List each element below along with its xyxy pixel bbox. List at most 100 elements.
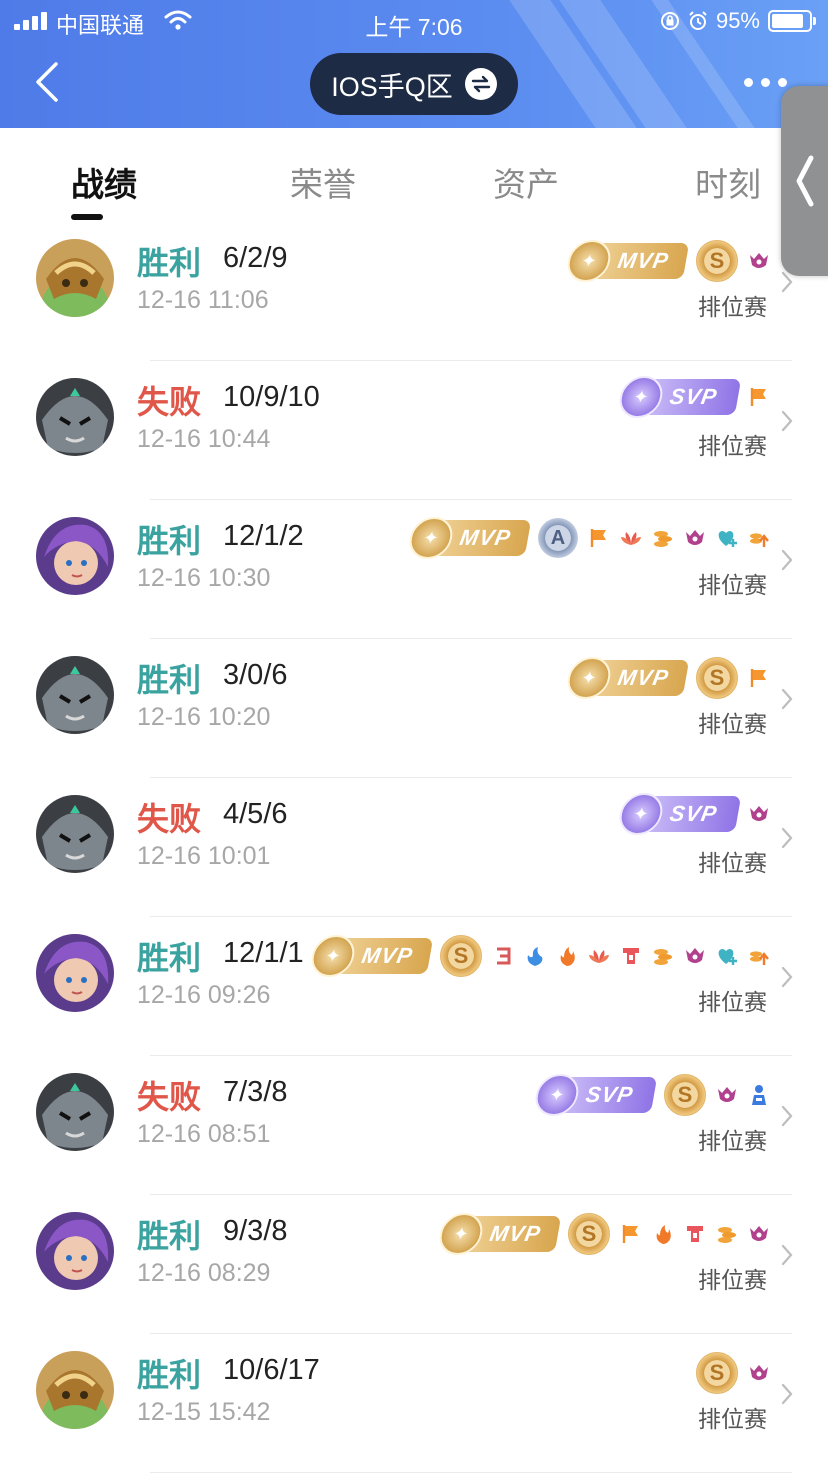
side-drawer-handle[interactable] [781, 86, 828, 276]
match-kda: 12/1/1 [223, 937, 304, 969]
coins-icon [716, 1223, 738, 1245]
hero-avatar [36, 795, 114, 873]
flag-icon [588, 527, 610, 549]
heart-plus-icon [716, 945, 738, 967]
match-mode: 排位赛 [698, 989, 767, 1015]
match-kda: 10/9/10 [223, 381, 320, 413]
s-rank-coin-icon: S [696, 657, 738, 699]
purple-crest-icon [748, 803, 770, 825]
match-mode: 排位赛 [698, 850, 767, 876]
hero-avatar [36, 1073, 114, 1151]
s-rank-coin-icon: S [664, 1074, 706, 1116]
match-time: 12-16 10:01 [137, 842, 271, 870]
zone-label: IOS手Q区 [331, 71, 453, 102]
tab-honor[interactable]: 荣誉 [290, 158, 356, 206]
match-time: 12-16 08:29 [137, 1259, 271, 1287]
battery-icon [768, 10, 816, 32]
flag-icon [748, 386, 770, 408]
match-result: 胜利 [137, 245, 202, 281]
match-mode: 排位赛 [698, 572, 767, 598]
back-arrow-icon[interactable] [30, 60, 70, 104]
chevron-left-icon [796, 155, 814, 207]
match-row[interactable]: 失败 7/3/8 12-16 08:51 ✦ SVP S 排位赛 [0, 1056, 828, 1195]
match-row[interactable]: 胜利 12/1/2 12-16 10:30 ✦ MVP A 排位赛 [0, 500, 828, 639]
hero-avatar [36, 1351, 114, 1429]
match-time: 12-16 08:51 [137, 1120, 271, 1148]
match-badges: ✦ SVP [616, 793, 770, 835]
s-rank-coin-icon: S [696, 1352, 738, 1394]
svp-badge: ✦ SVP [532, 1074, 658, 1116]
match-mode: 排位赛 [698, 1406, 767, 1432]
heart-plus-icon [716, 527, 738, 549]
chevron-right-icon [781, 1383, 793, 1405]
mvp-badge: ✦ MVP [406, 517, 532, 559]
triple-kill-icon [492, 945, 514, 967]
match-result: 胜利 [137, 1218, 202, 1254]
active-tab-indicator [71, 214, 103, 220]
chevron-right-icon [781, 966, 793, 988]
blue-figure-icon [748, 1084, 770, 1106]
match-row[interactable]: 胜利 3/0/6 12-16 10:20 ✦ MVP S 排位赛 [0, 639, 828, 778]
fire-icon [652, 1223, 674, 1245]
match-badges: ✦ SVP S [532, 1074, 770, 1116]
purple-crest-icon [748, 1362, 770, 1384]
tab-record[interactable]: 战绩 [71, 158, 137, 206]
coins-icon [652, 945, 674, 967]
match-mode: 排位赛 [698, 711, 767, 737]
chevron-right-icon [781, 549, 793, 571]
match-badges: ✦ MVP A [406, 517, 770, 559]
medal-icon: ✦ [564, 240, 614, 282]
match-row[interactable]: 胜利 10/6/17 12-15 15:42 S 排位赛 [0, 1334, 828, 1473]
hero-avatar [36, 378, 114, 456]
tab-bar: 战绩 荣誉 资产 时刻 [0, 128, 828, 232]
zone-switch-button[interactable]: IOS手Q区 [310, 53, 518, 115]
medal-icon: ✦ [532, 1074, 582, 1116]
mvp-badge: ✦ MVP [308, 935, 434, 977]
purple-crest-icon [684, 527, 706, 549]
purple-crest-icon [684, 945, 706, 967]
tab-assets[interactable]: 资产 [493, 158, 559, 206]
hero-avatar [36, 239, 114, 317]
match-kda: 9/3/8 [223, 1215, 288, 1247]
match-row[interactable]: 失败 10/9/10 12-16 10:44 ✦ SVP 排位赛 [0, 361, 828, 500]
swap-icon [464, 68, 497, 100]
match-badges: S [696, 1352, 770, 1394]
match-row[interactable]: 胜利 9/3/8 12-16 08:29 ✦ MVP S 排位赛 [0, 1195, 828, 1334]
battery-percent: 95% [715, 8, 760, 33]
mvp-badge: ✦ MVP [436, 1213, 562, 1255]
match-time: 12-16 11:06 [137, 286, 269, 314]
svp-badge: ✦ SVP [616, 376, 742, 418]
more-menu-icon[interactable] [744, 78, 787, 87]
match-kda: 6/2/9 [223, 242, 288, 274]
a-rank-coin-icon: A [538, 518, 578, 558]
match-kda: 10/6/17 [223, 1354, 320, 1386]
hero-avatar [36, 934, 114, 1012]
match-kda: 7/3/8 [223, 1076, 288, 1108]
match-row[interactable]: 失败 4/5/6 12-16 10:01 ✦ SVP 排位赛 [0, 778, 828, 917]
match-badges: ✦ MVP S [436, 1213, 770, 1255]
chevron-right-icon [781, 1105, 793, 1127]
match-time: 12-16 09:26 [137, 981, 271, 1009]
tab-moments[interactable]: 时刻 [695, 158, 761, 206]
match-kda: 12/1/2 [223, 520, 304, 552]
medal-icon: ✦ [616, 376, 666, 418]
match-time: 12-16 10:30 [137, 564, 271, 592]
match-mode: 排位赛 [698, 294, 767, 320]
match-result: 失败 [137, 801, 202, 837]
chevron-right-icon [781, 410, 793, 432]
match-result: 失败 [137, 1079, 202, 1115]
match-row[interactable]: 胜利 12/1/1 12-16 09:26 ✦ MVP S 排位赛 [0, 917, 828, 1056]
s-rank-coin-icon: S [440, 935, 482, 977]
alarm-icon [689, 11, 707, 30]
mvp-badge: ✦ MVP [564, 657, 690, 699]
match-mode: 排位赛 [698, 433, 767, 459]
match-row[interactable]: 胜利 6/2/9 12-16 11:06 ✦ MVP S 排位赛 [0, 222, 828, 361]
hero-avatar [36, 1212, 114, 1290]
status-right: 95% [660, 8, 816, 34]
lotus-icon [620, 527, 642, 549]
match-result: 胜利 [137, 523, 202, 559]
rotation-lock-icon [660, 12, 679, 30]
match-result: 失败 [137, 384, 202, 420]
s-rank-coin-icon: S [696, 240, 738, 282]
match-time: 12-16 10:44 [137, 425, 271, 453]
